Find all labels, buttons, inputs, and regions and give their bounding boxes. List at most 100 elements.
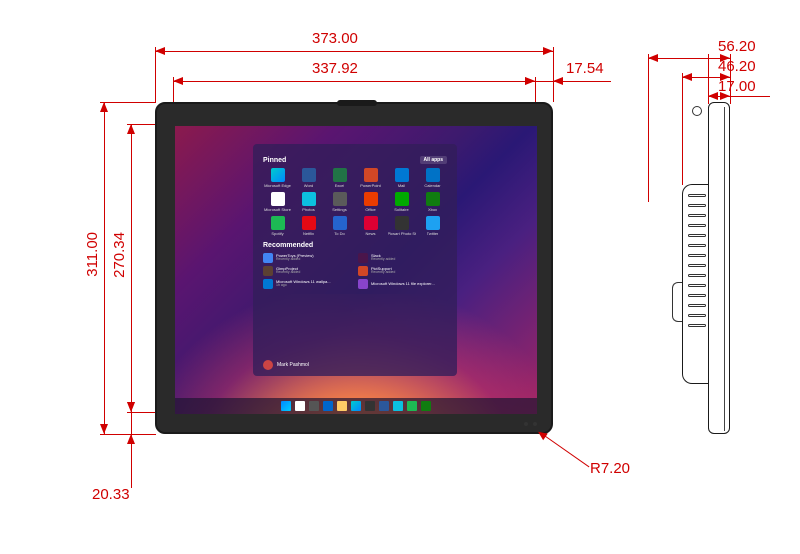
recommended-item[interactable]: SlackRecently added [358,253,447,263]
app-label: Xbox [428,207,437,212]
search-icon[interactable] [295,401,305,411]
spotify-icon[interactable] [407,401,417,411]
rec-text: Microsoft Windows 11 wallpa...1h ago [276,280,331,288]
app-icon [302,216,316,230]
app-icon [302,192,316,206]
arrow-icon [127,124,135,134]
dim-line-bezel-bottom [131,412,132,434]
pinned-app[interactable]: News [356,216,385,236]
dim-corner-radius: R7.20 [590,460,630,477]
start-icon[interactable] [281,401,291,411]
arrow-icon [525,77,535,85]
app-label: Microsoft Edge [264,183,291,188]
pinned-app[interactable]: PowerPoint [356,168,385,188]
rec-text: PictSupportRecently added [371,267,395,275]
app-label: Solitaire [394,207,408,212]
ext-line [100,102,156,103]
pinned-app[interactable]: Mail [387,168,416,188]
camera-notch [337,100,377,106]
rec-icon [358,266,368,276]
side-edge-line [724,107,725,431]
dim-line-overall-width [155,51,553,52]
taskbar[interactable] [175,398,537,414]
app-icon [426,216,440,230]
dim-bezel-side: 17.54 [566,60,604,77]
taskview-icon[interactable] [309,401,319,411]
edge-icon[interactable] [351,401,361,411]
arrow-icon [708,92,718,100]
pinned-app[interactable]: Netflix [294,216,323,236]
ext-line [708,54,709,104]
pinned-header: Pinned All apps [263,156,447,164]
pinned-app[interactable]: Microsoft Edge [263,168,292,188]
recommended-title: Recommended [263,242,313,249]
recommended-item[interactable]: Microsoft Windows 11 wallpa...1h ago [263,279,352,289]
xbox-icon[interactable] [421,401,431,411]
mount-ring-icon [692,106,702,116]
app-label: Mail [398,183,405,188]
pinned-app[interactable]: Word [294,168,323,188]
word-icon[interactable] [379,401,389,411]
arrow-icon [127,402,135,412]
app-label: Picsart Photo Studio Collage [388,231,416,236]
front-indicator-dots [524,422,537,426]
pinned-app[interactable]: Xbox [418,192,447,212]
app-icon [426,168,440,182]
pinned-app[interactable]: Photos [294,192,323,212]
rec-text: GimpProjectRecently added [276,267,300,275]
user-account-row[interactable]: Mark Pashmol [263,360,309,370]
widgets-icon[interactable] [323,401,333,411]
radius-leader-line [540,432,590,467]
display-screen: Pinned All apps Microsoft EdgeWordExcelP… [175,126,537,414]
recommended-list: PowerToys (Preview)Recently added SlackRe… [263,253,447,289]
recommended-item[interactable]: Microsoft Windows 11 file explorer... [358,279,447,289]
recommended-item[interactable]: PictSupportRecently added [358,266,447,276]
device-side-view [648,102,730,434]
dim-line-bezel [535,81,553,82]
app-icon [364,168,378,182]
app-icon [395,216,409,230]
pinned-app[interactable]: Twitter [418,216,447,236]
pinned-app[interactable]: Calendar [418,168,447,188]
dim-depth-total: 56.20 [718,38,756,55]
app-label: Office [365,207,375,212]
store-icon[interactable] [365,401,375,411]
photos-icon[interactable] [393,401,403,411]
windows-start-menu[interactable]: Pinned All apps Microsoft EdgeWordExcelP… [253,144,457,376]
ext-line [553,47,554,102]
ext-line [131,434,132,488]
pinned-app[interactable]: Microsoft Store [263,192,292,212]
all-apps-button[interactable]: All apps [420,156,447,164]
app-label: Settings [332,207,346,212]
recommended-header: Recommended [263,242,447,249]
recommended-item[interactable]: PowerToys (Preview)Recently added [263,253,352,263]
app-label: To Do [334,231,344,236]
arrow-icon [100,424,108,434]
rec-icon [358,253,368,263]
pinned-app[interactable]: Settings [325,192,354,212]
pinned-app[interactable]: Solitaire [387,192,416,212]
ext-line [730,54,731,104]
explorer-icon[interactable] [337,401,347,411]
app-label: PowerPoint [360,183,380,188]
ext-line [155,47,156,102]
pinned-title: Pinned [263,157,286,164]
recommended-item[interactable]: GimpProjectRecently added [263,266,352,276]
pinned-app[interactable]: Office [356,192,385,212]
side-front-face [708,102,730,434]
pinned-app[interactable]: To Do [325,216,354,236]
pinned-app[interactable]: Picsart Photo Studio Collage [387,216,416,236]
app-label: Word [304,183,313,188]
dim-line-display-height [131,124,132,412]
app-icon [395,192,409,206]
app-icon [333,216,347,230]
app-icon [271,192,285,206]
app-label: Calendar [424,183,440,188]
pinned-app[interactable]: Excel [325,168,354,188]
pinned-app[interactable]: Spotify [263,216,292,236]
app-icon [364,216,378,230]
rec-icon [263,279,273,289]
app-icon [271,168,285,182]
dim-display-height: 270.34 [111,232,128,278]
rec-icon [263,253,273,263]
